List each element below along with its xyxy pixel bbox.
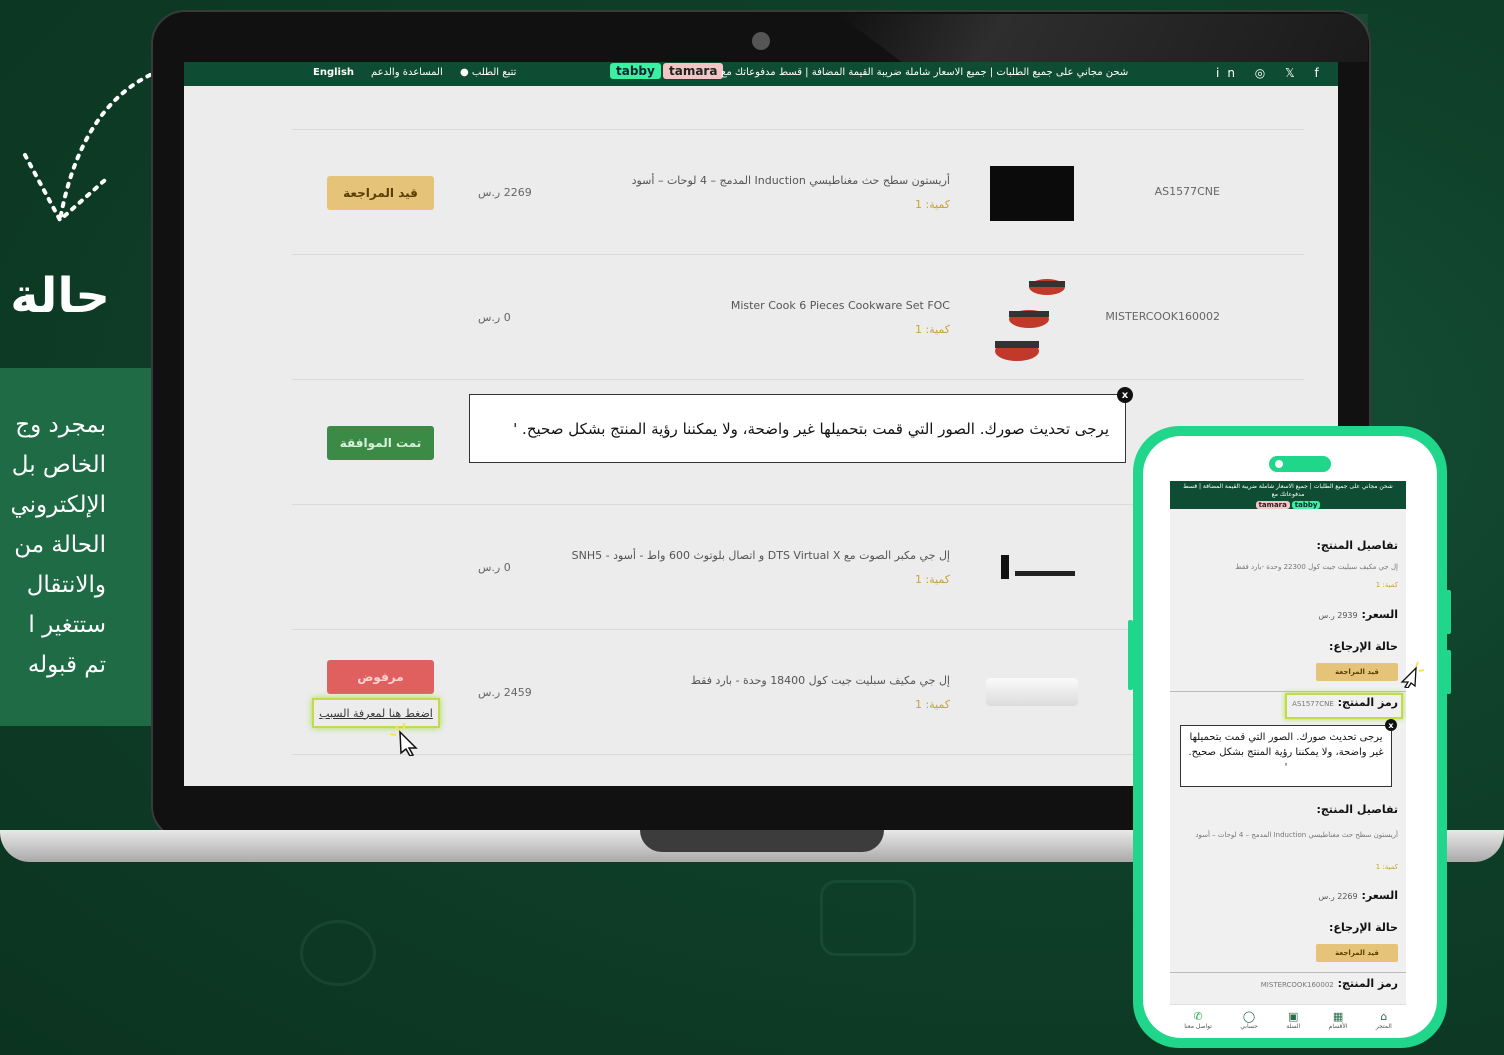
phone-screen: شحن مجاني على جميع الطلبات | جميع الاسعا… (1170, 481, 1406, 1035)
price-row: السعر: 2939 ر.س (1318, 608, 1398, 621)
social-icons[interactable]: in ◎ 𝕏 f (1216, 66, 1327, 80)
ac-image (986, 678, 1078, 706)
product-qty: كمية: 1 (914, 698, 950, 711)
product-name: أريستون سطح حث مغناطيسي Induction المدمج… (631, 174, 950, 187)
bg-decor (300, 920, 376, 986)
code-row: رمز المنتج: MISTERCOOK160002 (1260, 977, 1398, 990)
promo-text: شحن مجاني على جميع الطلبات | جميع الاسعا… (721, 67, 1129, 78)
grid-icon: ▦ (1332, 1010, 1344, 1023)
return-row: AS1577CNE أريستون سطح حث مغناطيسي Induct… (292, 129, 1304, 254)
return-status-label: حالة الإرجاع: (1329, 640, 1398, 653)
bg-decor (820, 880, 916, 956)
tamara-logo: tamara (1255, 501, 1290, 509)
cart-icon: ▣ (1288, 1010, 1299, 1023)
phone-status-badge: قيد المراجعة (1316, 944, 1398, 962)
nav-store[interactable]: ⌂ المتجر (1376, 1010, 1392, 1030)
product-name: Mister Cook 6 Pieces Cookware Set FOC (730, 299, 950, 312)
nav-cart[interactable]: ▣ السلة (1286, 1010, 1300, 1030)
phone-top-bar: شحن مجاني على جميع الطلبات | جميع الاسعا… (1170, 481, 1406, 509)
nav-contact[interactable]: ✆ تواصل معنا (1184, 1010, 1212, 1030)
soundbar-image (1001, 555, 1075, 579)
close-icon[interactable]: x (1117, 387, 1133, 403)
phone-item-qty: كمية: 1 (1375, 581, 1398, 589)
phone-body: شحن مجاني على جميع الطلبات | جميع الاسعا… (1143, 436, 1437, 1038)
store-icon: ⌂ (1380, 1010, 1388, 1023)
decorative-arrow-icon (23, 73, 152, 224)
track-order-link[interactable]: ● تتبع الطلب (460, 67, 516, 78)
phone-status-badge: قيد المراجعة (1316, 663, 1398, 681)
details-label: تفاصيل المنتج: (1316, 803, 1398, 816)
product-qty: كمية: 1 (914, 323, 950, 336)
laptop-camera (752, 32, 770, 50)
product-qty: كمية: 1 (914, 573, 950, 586)
phone-frame: شحن مجاني على جميع الطلبات | جميع الاسعا… (1133, 426, 1447, 1048)
phone-bottom-nav: ⌂ المتجر ▦ الأقسام ▣ السلة ◯ حسابي ✆ تواصل مع… (1170, 1004, 1406, 1035)
status-badge: قيد المراجعة (327, 176, 434, 210)
divider (1170, 691, 1406, 692)
nav-account[interactable]: ◯ حسابي (1240, 1010, 1258, 1030)
product-price: 2269 ر.س (478, 186, 532, 199)
help-link[interactable]: المساعدة والدعم (371, 67, 443, 78)
tabby-logo: tabby (610, 63, 661, 79)
code-row: رمز المنتج: AS1577CNE (1292, 696, 1398, 709)
user-icon: ◯ (1242, 1010, 1256, 1023)
return-row: MISTERCOOK160002 Mister Cook 6 Pieces Co… (292, 254, 1304, 379)
popup-text: يرجى تحديث صورك. الصور التي قمت بتحميلها… (513, 419, 1109, 438)
tabby-logo: tabby (1291, 501, 1321, 509)
whatsapp-icon: ✆ (1193, 1010, 1203, 1023)
product-price: 2459 ر.س (478, 686, 532, 699)
top-bar: English المساعدة والدعم ● تتبع الطلب tab… (184, 62, 1338, 86)
return-status-label: حالة الإرجاع: (1329, 921, 1398, 934)
phone-item-name: إل جي مكيف سبليت جيت كول 22300 وحدة -بار… (1235, 563, 1398, 571)
phone-item-qty: كمية: 1 (1375, 863, 1398, 871)
product-image (990, 166, 1074, 221)
nav-categories[interactable]: ▦ الأقسام (1329, 1010, 1348, 1030)
laptop-notch (640, 830, 884, 852)
phone-speaker (1269, 456, 1331, 472)
product-code: MISTERCOOK160002 (1105, 310, 1220, 323)
phone-item-name: أريستون سطح حث مغناطيسي Induction المدمج… (1195, 831, 1398, 839)
language-link[interactable]: English (313, 67, 354, 78)
divider (1170, 972, 1406, 973)
price-row: السعر: 2269 ر.س (1318, 889, 1398, 902)
status-badge: تمت الموافقة (327, 426, 434, 460)
cookware-image (995, 279, 1065, 361)
cursor-icon (1400, 661, 1425, 688)
product-name: إل جي مكبر الصوت مع DTS Virtual X و اتصا… (571, 549, 950, 562)
phone-promo: شحن مجاني على جميع الطلبات | جميع الاسعا… (1183, 483, 1393, 498)
product-price: 0 ر.س (478, 561, 511, 574)
tamara-logo: tamara (663, 63, 724, 79)
close-icon[interactable]: x (1385, 719, 1397, 731)
product-price: 0 ر.س (478, 311, 511, 324)
description-text: بمجرد وج الخاص بل الإلكتروني الحالة من والا… (10, 412, 106, 678)
cursor-icon (389, 723, 418, 756)
section-title: حالة (10, 268, 110, 324)
screen-glare (838, 14, 1368, 62)
reason-popup: يرجى تحديث صورك. الصور التي قمت بتحميلها… (469, 394, 1126, 463)
product-name: إل جي مكيف سبليت جيت كول 18400 وحدة - با… (690, 674, 950, 687)
details-label: تفاصيل المنتج: (1316, 539, 1398, 552)
product-qty: كمية: 1 (914, 198, 950, 211)
status-badge: مرفوض (327, 660, 434, 694)
product-code: AS1577CNE (1154, 185, 1220, 198)
phone-reason-popup: يرجى تحديث صورك. الصور التي قمت بتحميلها… (1180, 725, 1392, 787)
